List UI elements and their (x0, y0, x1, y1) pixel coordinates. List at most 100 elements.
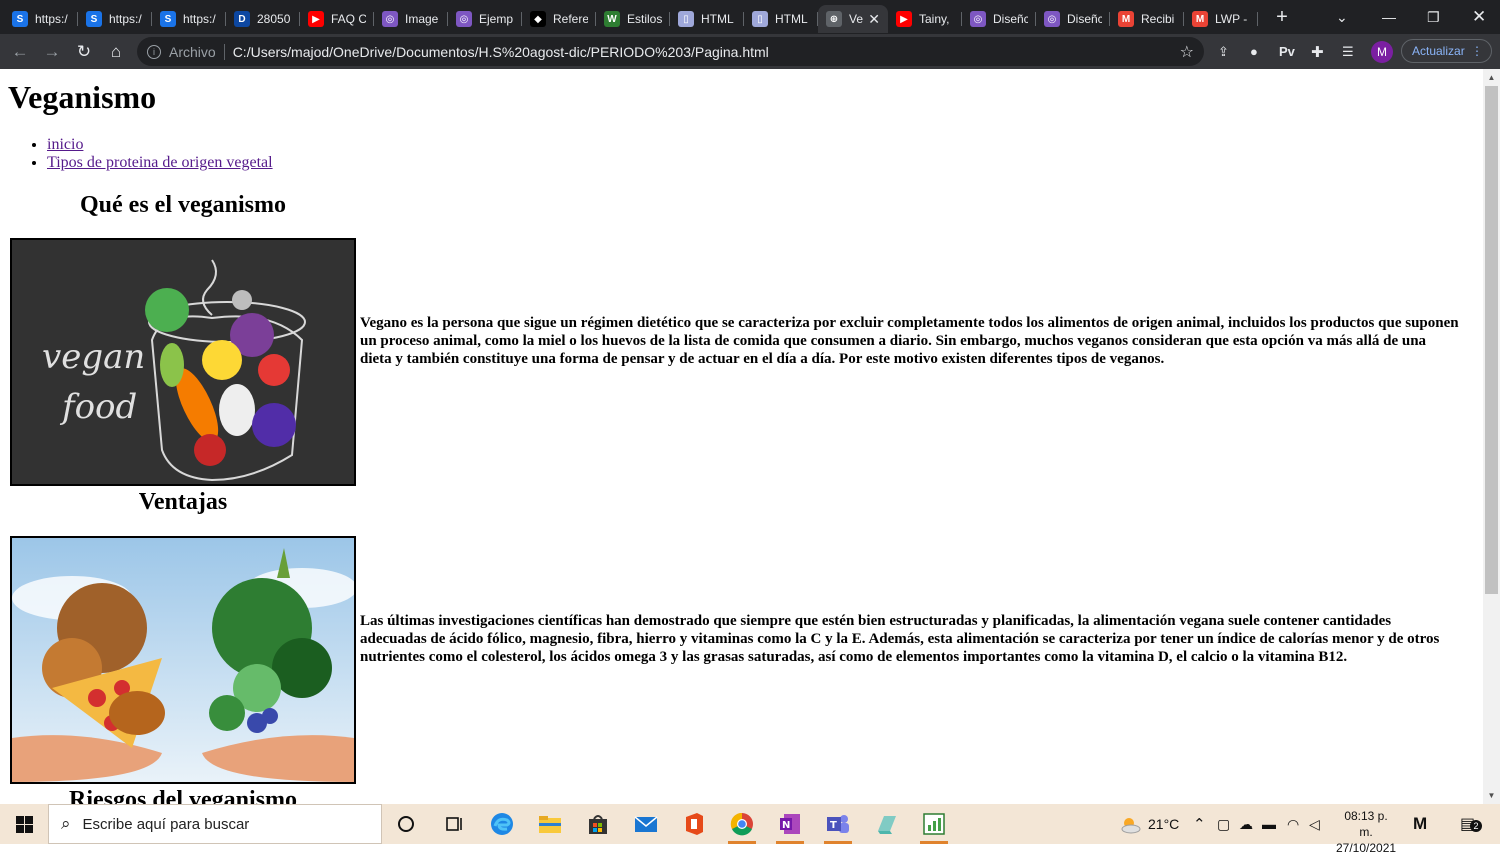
tab-label: Tainy, (919, 12, 950, 26)
nav-item: Tipos de proteina de origen vegetal (47, 154, 273, 172)
extension-pv[interactable]: Pv (1279, 34, 1295, 69)
profile-avatar[interactable]: M (1371, 40, 1393, 63)
bookmark-star-icon[interactable]: ☆ (1180, 42, 1194, 62)
onenote-icon[interactable]: N (766, 804, 814, 844)
close-window-icon[interactable]: ✕ (1472, 0, 1486, 34)
new-tab-button[interactable]: + (1270, 6, 1294, 29)
tab-label: Diseñc (993, 12, 1028, 26)
nav-link-inicio[interactable]: inicio (47, 136, 83, 153)
clock-time: 08:13 p. m. (1344, 809, 1388, 839)
weather-temperature[interactable]: 21°C (1148, 804, 1179, 844)
tab[interactable]: ▯ HTML (670, 5, 744, 33)
reload-icon[interactable]: ↻ (68, 42, 100, 62)
scroll-down-icon[interactable]: ▼ (1483, 787, 1500, 804)
address-url[interactable]: C:/Users/majod/OneDrive/Documentos/H.S%2… (233, 44, 769, 60)
minimize-icon[interactable]: — (1382, 0, 1396, 34)
tab-label: 28050 (257, 12, 291, 26)
start-windows-icon[interactable] (0, 804, 48, 844)
tab-label: https:/ (35, 12, 68, 26)
edge-icon[interactable] (478, 804, 526, 844)
tab[interactable]: Shttps:/ (4, 5, 78, 33)
task-view-icon[interactable] (430, 804, 478, 844)
nav-link-proteinas[interactable]: Tipos de proteina de origen vegetal (47, 154, 273, 171)
tab-favicon-icon: S (86, 11, 102, 27)
tray-meet-icon[interactable]: ▢ (1217, 804, 1230, 844)
tab-label: HTML (775, 12, 808, 26)
tab[interactable]: Shttps:/ (78, 5, 152, 33)
tab[interactable]: W Estilos (596, 5, 670, 33)
onedrive-cloud-icon[interactable]: ☁ (1239, 804, 1253, 844)
extension-circle-icon[interactable]: ● (1250, 34, 1258, 69)
address-scheme: Archivo (169, 43, 216, 60)
taskbar-search-box[interactable]: ⌕ Escribe aquí para buscar (48, 804, 382, 844)
chalk-vegan-text: vegan (42, 337, 145, 377)
vegan-pot-illustration: vegan food (12, 240, 354, 484)
office-icon[interactable] (670, 804, 718, 844)
restore-icon[interactable]: ❐ (1427, 0, 1440, 34)
tab-favicon-icon: ◎ (1044, 11, 1060, 27)
notes-app-icon[interactable] (862, 804, 910, 844)
tab[interactable]: ▯ HTML (744, 5, 818, 33)
hands-food-illustration (12, 538, 354, 782)
file-explorer-icon[interactable] (526, 804, 574, 844)
tab-favicon-icon: S (160, 11, 176, 27)
section-heading-riesgos: Riesgos del veganismo (69, 787, 297, 804)
tab-favicon-icon: M (1118, 11, 1134, 27)
tab[interactable]: Shttps:/ (152, 5, 226, 33)
menu-dots-icon[interactable]: ⋮ (1471, 44, 1483, 58)
section-heading-que-es: Qué es el veganismo (80, 192, 286, 218)
reading-list-icon[interactable]: ☰ (1342, 34, 1354, 69)
back-icon[interactable]: ← (4, 42, 36, 62)
tab-label: Ejemp (479, 12, 514, 26)
mail-icon[interactable] (622, 804, 670, 844)
tab[interactable]: ◆ Refere (522, 5, 596, 33)
home-icon[interactable]: ⌂ (100, 42, 132, 62)
notification-count: 2 (1470, 820, 1482, 832)
tab-search-icon[interactable]: ⌄ (1336, 0, 1348, 34)
tab-favicon-icon: ▶ (896, 11, 912, 27)
extensions-puzzle-icon[interactable]: ✚ (1311, 34, 1324, 69)
tab[interactable]: ◎ Image (374, 5, 448, 33)
tab-label: Diseñc (1067, 12, 1102, 26)
scrollbar-thumb[interactable] (1485, 86, 1498, 594)
chart-app-icon[interactable] (910, 804, 958, 844)
taskbar-search-placeholder: Escribe aquí para buscar (82, 815, 250, 833)
tab[interactable]: ◎ Diseñc (1036, 5, 1110, 33)
update-label: Actualizar (1412, 44, 1465, 58)
tab-label: Estilos (627, 12, 662, 26)
site-info-icon[interactable]: i (147, 44, 161, 59)
notifications-icon[interactable]: ▤ 2 (1460, 804, 1482, 844)
tab[interactable]: ◎ Ejemp (448, 5, 522, 33)
tab[interactable]: M Recibi (1110, 5, 1184, 33)
scroll-up-icon[interactable]: ▲ (1483, 69, 1500, 86)
tab[interactable]: ▶ Tainy, (888, 5, 962, 33)
update-button[interactable]: Actualizar ⋮ (1401, 39, 1492, 63)
forward-icon[interactable]: → (36, 42, 68, 62)
vegan-food-image: vegan food (10, 238, 356, 486)
taskbar-clock[interactable]: 08:13 p. m. 27/10/2021 (1336, 808, 1396, 856)
tab[interactable]: D 28050 (226, 5, 300, 33)
tab-label: https:/ (109, 12, 142, 26)
tab-active[interactable]: ⊕ Ve ✕ (818, 5, 888, 33)
tray-chevron-up-icon[interactable]: ⌃ (1193, 804, 1206, 844)
tab[interactable]: ▶ FAQ C (300, 5, 374, 33)
share-icon[interactable]: ⇪ (1218, 34, 1229, 69)
store-icon[interactable] (574, 804, 622, 844)
tab-favicon-icon: ⊕ (826, 11, 842, 27)
volume-icon[interactable]: ◁ (1309, 804, 1320, 844)
tab[interactable]: ◎ Diseñc (962, 5, 1036, 33)
weather-icon[interactable] (1118, 804, 1142, 844)
page-viewport: Veganismo inicio Tipos de proteina de or… (0, 69, 1483, 804)
tray-app-m-icon[interactable]: M (1413, 804, 1427, 844)
tab-close-icon[interactable]: ✕ (868, 11, 880, 28)
wifi-icon[interactable]: ◠ (1287, 804, 1299, 844)
tab-label: Refere (553, 12, 588, 26)
chrome-icon[interactable] (718, 804, 766, 844)
tab-favicon-icon: ◆ (530, 11, 546, 27)
battery-icon[interactable]: ▬ (1262, 804, 1276, 844)
teams-icon[interactable]: T (814, 804, 862, 844)
tab[interactable]: M LWP - (1184, 5, 1258, 33)
cortana-circle-icon[interactable] (382, 804, 430, 844)
vertical-scrollbar[interactable]: ▲ ▼ (1483, 69, 1500, 804)
address-bar[interactable]: i Archivo C:/Users/majod/OneDrive/Docume… (137, 37, 1204, 66)
